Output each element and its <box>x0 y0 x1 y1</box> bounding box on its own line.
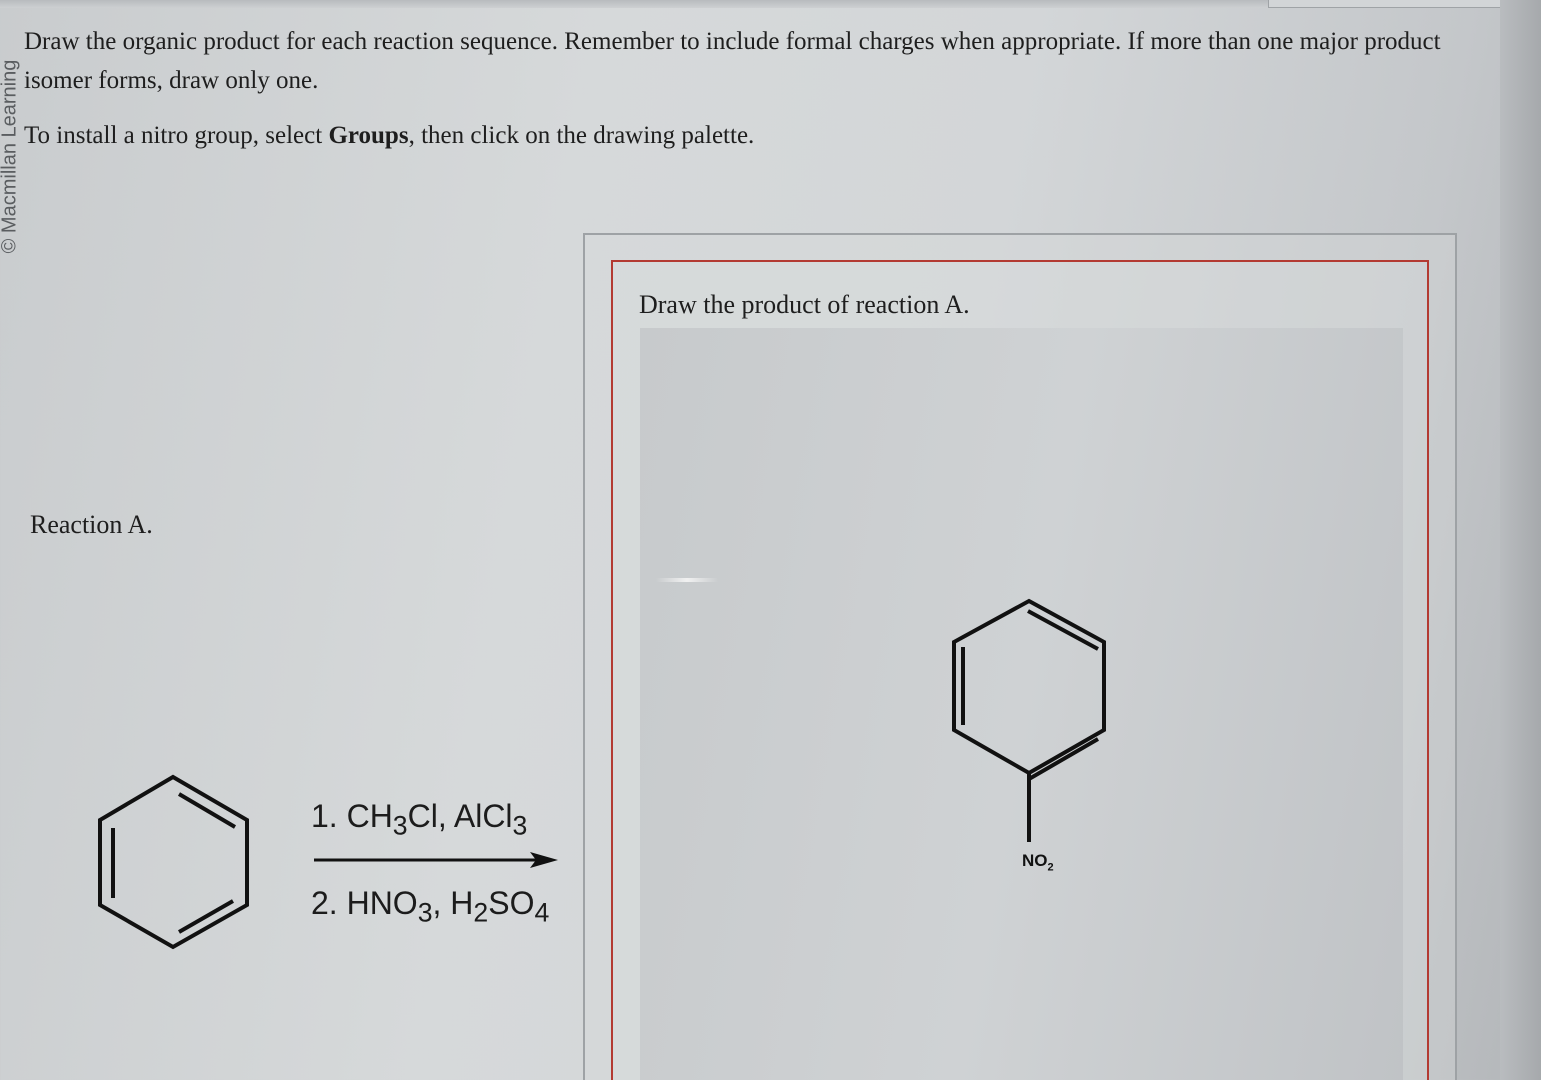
instruction-text: , then click on the drawing palette. <box>408 122 755 149</box>
reagent-step-2: 2. HNO3, H2SO4 <box>311 885 550 928</box>
top-tab[interactable] <box>1268 0 1504 8</box>
reagent-step-1: 1. CH3Cl, AlCl3 <box>311 798 528 841</box>
nitrobenzene-structure-icon[interactable] <box>930 590 1120 850</box>
reaction-label: Reaction A. <box>30 510 153 539</box>
canvas-glare <box>656 578 718 582</box>
nitro-group-label[interactable]: NO2 <box>1022 851 1054 873</box>
answer-prompt: Draw the product of reaction A. <box>639 290 970 319</box>
right-scroll-region <box>1500 0 1541 1080</box>
instruction-paragraph-2: To install a nitro group, select Groups,… <box>24 116 1454 155</box>
benzene-icon <box>98 774 249 950</box>
groups-emphasis: Groups <box>328 122 409 149</box>
reaction-arrow-icon <box>314 852 558 868</box>
instructions: Draw the organic product for each reacti… <box>24 22 1454 155</box>
instruction-text: To install a nitro group, select <box>24 122 329 149</box>
instruction-paragraph-1: Draw the organic product for each reacti… <box>24 28 1441 94</box>
copyright-text: © Macmillan Learning <box>0 59 21 254</box>
